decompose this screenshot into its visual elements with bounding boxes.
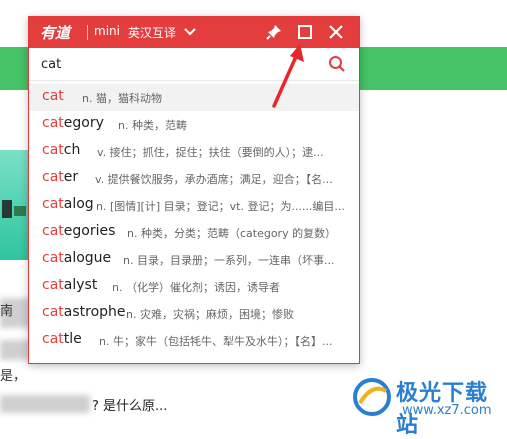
list-item[interactable]: categories n. 种类，分类；范畴（category 的复数） bbox=[29, 219, 359, 246]
app-logo: 有道 bbox=[40, 24, 71, 42]
word-rest: alyst bbox=[63, 277, 98, 293]
chevron-down-icon[interactable] bbox=[183, 25, 197, 39]
match-prefix: cat bbox=[42, 331, 64, 347]
blurred-content bbox=[0, 395, 90, 413]
list-item[interactable]: catastrophe n. 灾难，灾祸；麻烦，困境；惨败 bbox=[29, 300, 359, 327]
definition: n. （化学）催化剂；诱因，诱导者 bbox=[112, 281, 280, 294]
mini-label: mini bbox=[94, 24, 120, 38]
match-prefix: cat bbox=[42, 88, 64, 104]
watermark-url: www.xz7.com bbox=[402, 403, 492, 418]
watermark-logo-icon bbox=[353, 378, 391, 416]
match-prefix: cat bbox=[42, 223, 64, 239]
page-question-text: ? 是什么原... bbox=[92, 399, 168, 414]
match-prefix: cat bbox=[42, 142, 64, 158]
search-icon[interactable] bbox=[328, 55, 346, 73]
word-rest: tle bbox=[63, 331, 82, 347]
match-prefix: cat bbox=[42, 250, 64, 266]
definition: n. [图情][计] 目录；登记；vt. 登记；为......编目... bbox=[96, 200, 345, 213]
definition: n. 种类，范畴 bbox=[118, 119, 187, 132]
match-prefix: cat bbox=[42, 304, 64, 320]
title-divider bbox=[87, 25, 88, 40]
definition: n. 种类，分类；范畴（category 的复数） bbox=[127, 227, 337, 240]
arrow-annotation bbox=[272, 44, 304, 108]
match-prefix: cat bbox=[42, 169, 64, 185]
list-item[interactable]: cater v. 提供餐饮服务，承办酒席；满足，迎合；【名... bbox=[29, 165, 359, 192]
popup-titlebar[interactable]: 有道 mini 英汉互译 bbox=[29, 17, 359, 48]
match-prefix: cat bbox=[42, 196, 64, 212]
definition: v. 接住；抓住，捉住；扶住（要倒的人）；逮... bbox=[97, 146, 324, 159]
list-item[interactable]: catalog n. [图情][计] 目录；登记；vt. 登记；为......编… bbox=[29, 192, 359, 219]
list-item[interactable]: catch v. 接住；抓住，捉住；扶住（要倒的人）；逮... bbox=[29, 138, 359, 165]
list-item[interactable]: category n. 种类，范畴 bbox=[29, 111, 359, 138]
word-rest: astrophe bbox=[63, 304, 126, 320]
definition: v. 提供餐饮服务，承办酒席；满足，迎合；【名... bbox=[95, 173, 333, 186]
word-rest: alogue bbox=[63, 250, 112, 266]
list-item[interactable]: cat n. 猫，猫科动物 bbox=[29, 84, 359, 111]
page-text-fragment: 是， bbox=[0, 369, 27, 384]
word-rest: alog bbox=[63, 196, 94, 212]
list-item[interactable]: cattle n. 牛；家牛（包括牦牛、犁牛及水牛）；【名】... bbox=[29, 327, 359, 354]
definition: n. 目录，目录册；一系列，一连串（坏事... bbox=[123, 254, 335, 267]
pin-icon[interactable] bbox=[266, 24, 282, 40]
definition: n. 灾难，灾祸；麻烦，困境；惨败 bbox=[126, 308, 294, 321]
word-rest: egories bbox=[63, 223, 116, 239]
match-prefix: cat bbox=[42, 115, 64, 131]
match-prefix: cat bbox=[42, 277, 64, 293]
page-text-fragment: 南 bbox=[0, 304, 14, 319]
translation-mode-select[interactable]: 英汉互译 bbox=[128, 24, 176, 41]
list-item[interactable]: catalyst n. （化学）催化剂；诱因，诱导者 bbox=[29, 273, 359, 300]
definition: n. 牛；家牛（包括牦牛、犁牛及水牛）；【名】... bbox=[99, 335, 333, 348]
list-item[interactable]: catalogue n. 目录，目录册；一系列，一连串（坏事... bbox=[29, 246, 359, 273]
definition: n. 猫，猫科动物 bbox=[82, 92, 162, 105]
search-bar bbox=[29, 48, 359, 81]
blurred-content bbox=[0, 340, 30, 360]
word-rest: er bbox=[63, 169, 79, 185]
maximize-icon[interactable] bbox=[297, 24, 313, 40]
word-rest: egory bbox=[63, 115, 104, 131]
site-watermark: 极光下载站 www.xz7.com bbox=[352, 373, 502, 438]
suggestion-list: cat n. 猫，猫科动物 category n. 种类，范畴 catch v.… bbox=[29, 84, 359, 354]
close-icon[interactable] bbox=[328, 24, 344, 40]
page-left-image bbox=[0, 150, 30, 260]
word-rest: ch bbox=[63, 142, 81, 158]
